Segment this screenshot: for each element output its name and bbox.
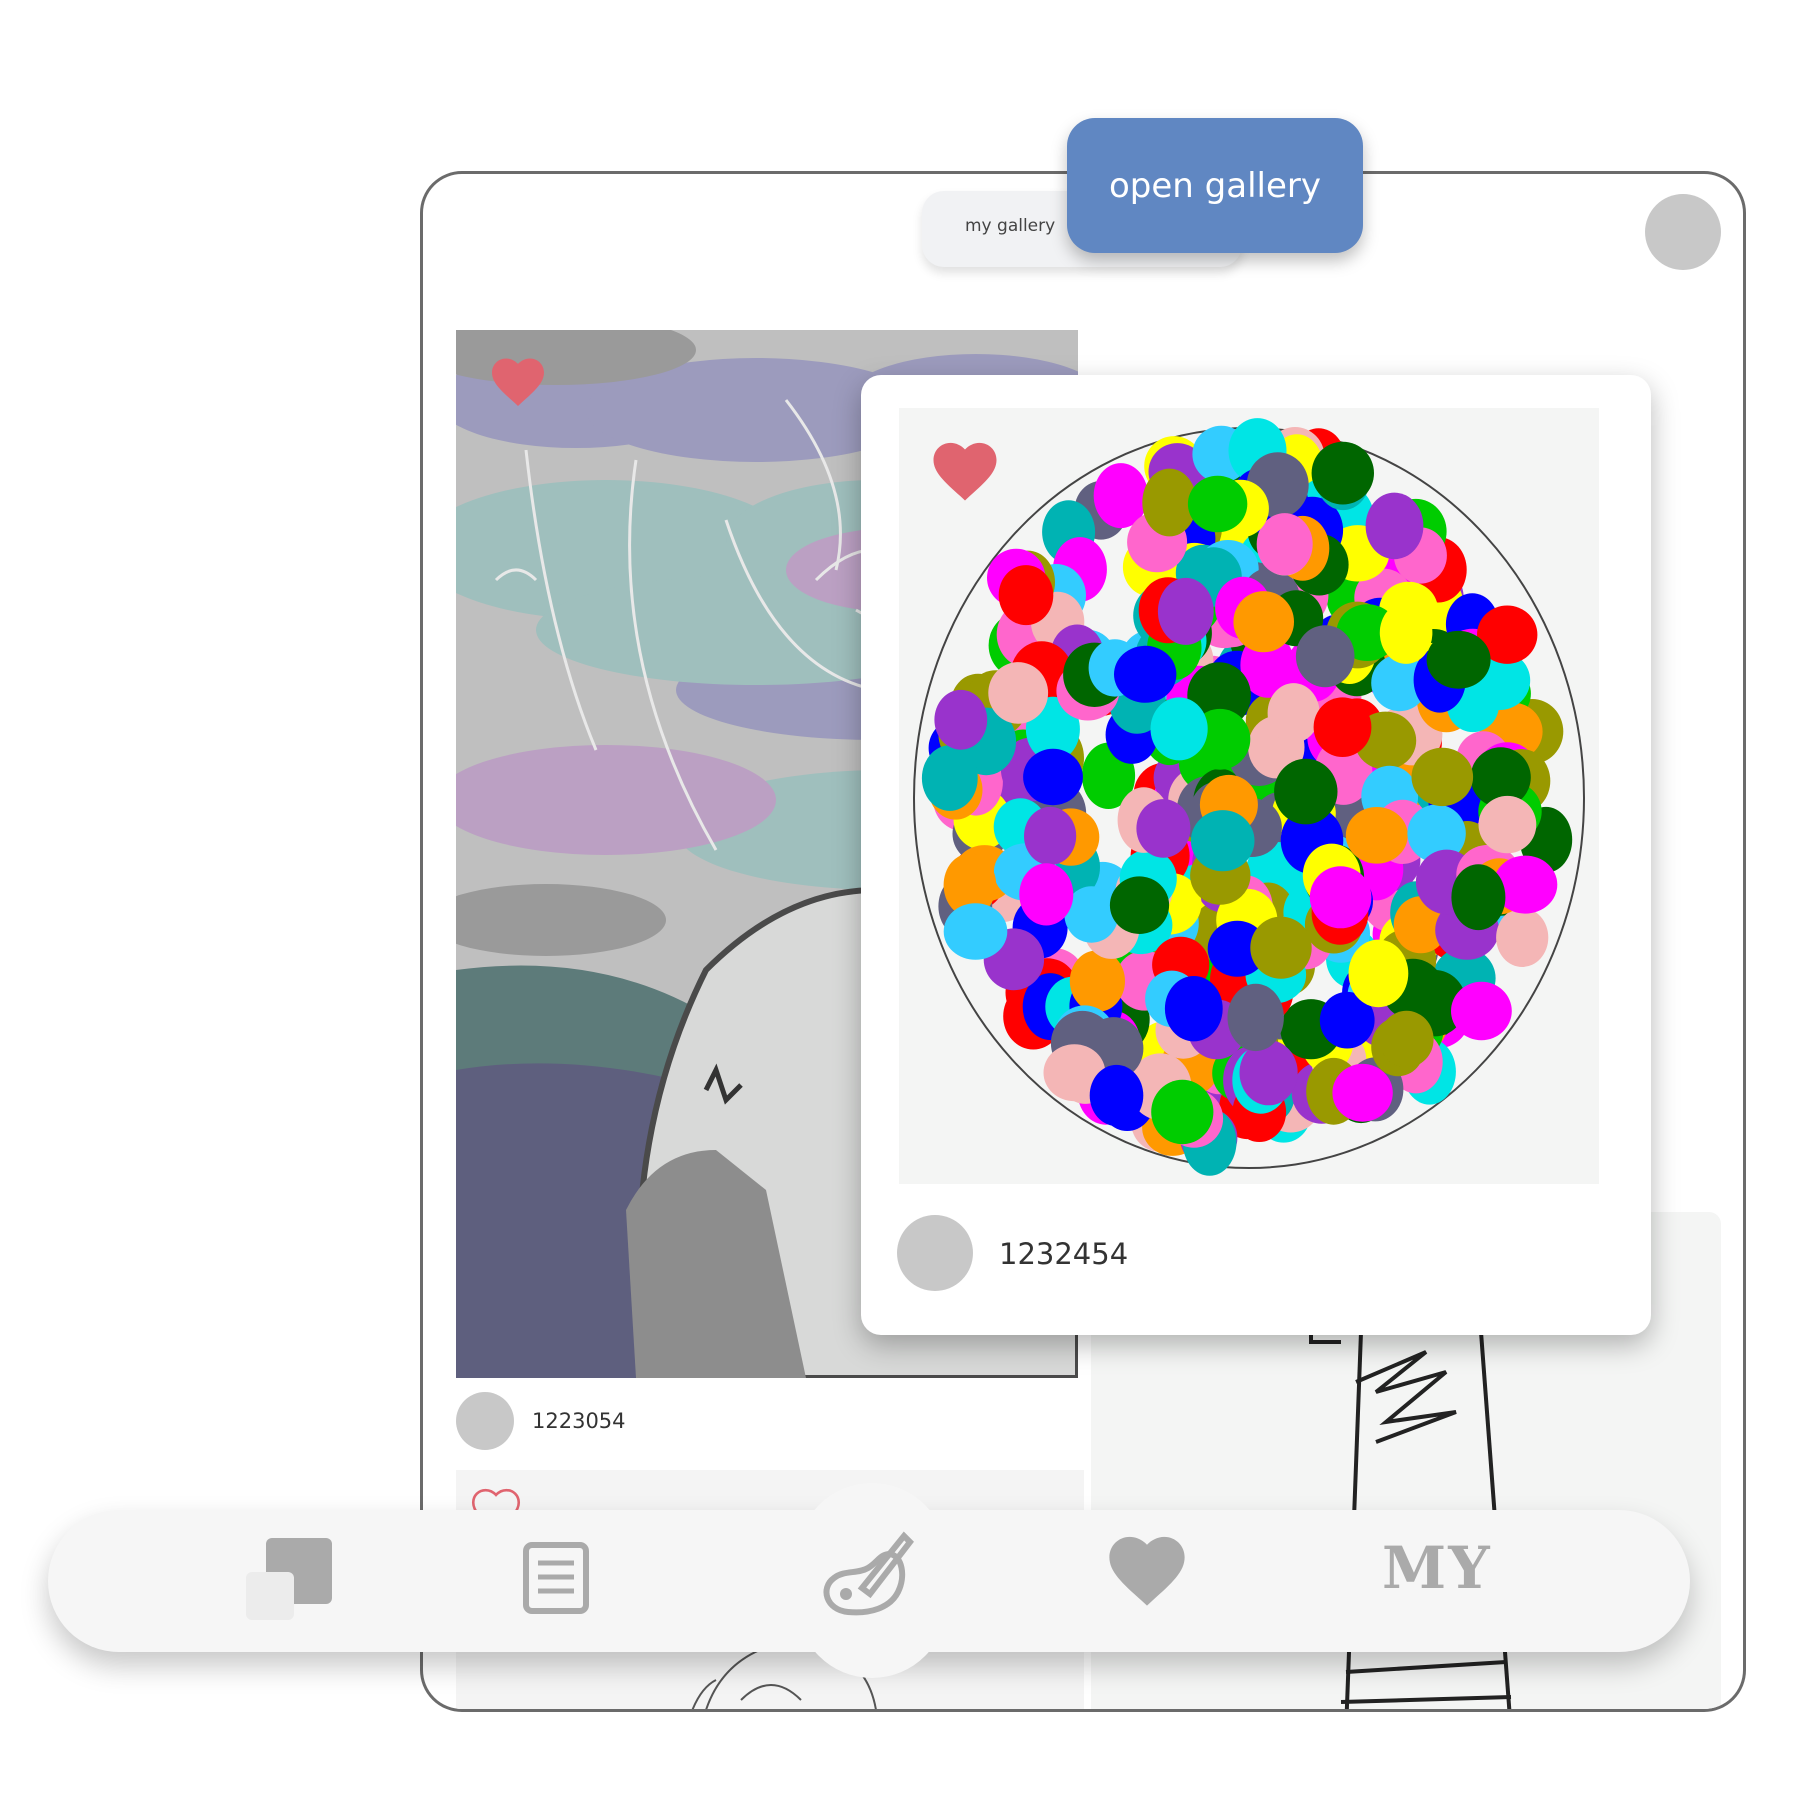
paint-dot xyxy=(1348,939,1409,1008)
paint-dot xyxy=(1311,441,1374,505)
paint-dot xyxy=(943,903,1008,960)
paint-dot xyxy=(1295,625,1355,688)
paint-dot xyxy=(998,565,1054,626)
user-id[interactable]: 1223054 xyxy=(532,1409,626,1433)
like-icon[interactable] xyxy=(488,354,548,411)
paint-dot xyxy=(1379,1010,1434,1068)
paint-dot xyxy=(1024,806,1077,866)
open-gallery-button[interactable]: open gallery xyxy=(1067,118,1363,253)
artwork-image[interactable] xyxy=(899,408,1599,1184)
paint-dot xyxy=(1411,747,1474,807)
paint-dot xyxy=(1274,758,1338,825)
paint-dot xyxy=(1345,807,1408,864)
paint-dot xyxy=(1365,492,1424,560)
paint-dot xyxy=(1150,697,1208,761)
paint-dot xyxy=(934,689,988,750)
paint-dot xyxy=(1069,950,1125,1012)
like-icon[interactable] xyxy=(929,437,1001,506)
paint-dot xyxy=(1164,976,1223,1042)
paint-dot xyxy=(1267,683,1320,743)
artwork-detail-card[interactable]: 1232454 xyxy=(861,375,1651,1335)
paint-dot xyxy=(1227,983,1284,1052)
avatar[interactable] xyxy=(897,1215,973,1291)
user-id[interactable]: 1232454 xyxy=(999,1237,1128,1271)
paint-dot xyxy=(1379,601,1433,664)
paint-dot xyxy=(1023,748,1083,806)
draw-icon[interactable] xyxy=(818,1524,918,1629)
paint-dot xyxy=(1451,864,1506,931)
paint-dot xyxy=(1233,591,1294,653)
paint-dot xyxy=(1136,799,1191,858)
collections-icon[interactable] xyxy=(246,1538,334,1624)
paint-dot xyxy=(1151,1079,1214,1145)
paint-dot xyxy=(1250,916,1312,979)
paint-dot xyxy=(1187,475,1248,533)
paint-dot xyxy=(1496,908,1549,967)
avatar[interactable] xyxy=(456,1392,514,1450)
paint-dot xyxy=(1019,863,1074,926)
profile-avatar[interactable] xyxy=(1645,194,1721,270)
paint-dot xyxy=(1114,645,1177,703)
list-icon[interactable] xyxy=(522,1541,590,1620)
paint-dot xyxy=(988,662,1049,724)
paint-dot xyxy=(1478,795,1537,854)
paint-dot xyxy=(1426,630,1491,689)
paint-dot xyxy=(1332,1063,1393,1122)
my-page-tab[interactable]: MY xyxy=(1382,1534,1492,1602)
paint-dot xyxy=(1109,876,1170,934)
heart-icon[interactable] xyxy=(1104,1530,1190,1611)
paint-dot xyxy=(921,745,978,811)
paint-dot xyxy=(1190,810,1255,872)
my-gallery-tab[interactable]: my gallery xyxy=(965,216,1055,236)
paint-dot xyxy=(1451,981,1512,1041)
paint-dot xyxy=(1089,1064,1144,1127)
paint-dot xyxy=(1313,697,1372,757)
paint-dot xyxy=(1157,577,1214,645)
paint-dot xyxy=(1309,866,1372,929)
